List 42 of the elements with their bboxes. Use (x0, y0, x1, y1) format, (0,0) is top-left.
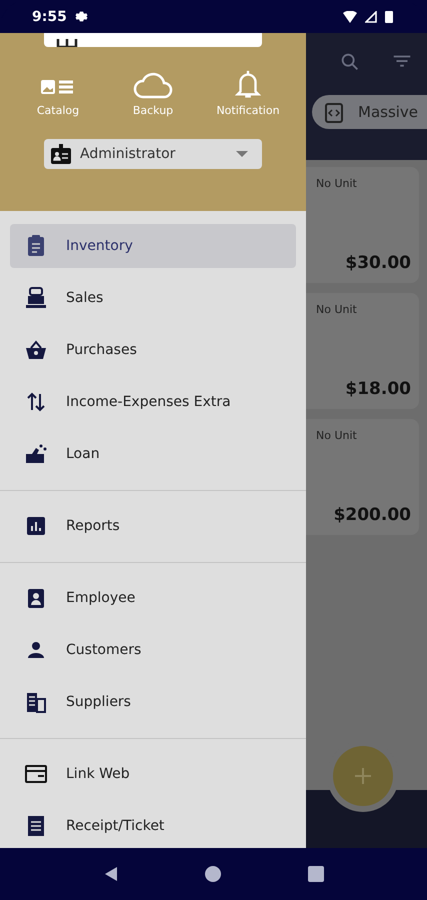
battery-icon (385, 10, 393, 23)
caret-icon (236, 151, 248, 157)
back-icon[interactable] (103, 866, 120, 882)
menu-item[interactable]: Customers (10, 628, 296, 672)
chart-icon (24, 514, 48, 538)
menu-item[interactable]: Suppliers (10, 680, 296, 724)
browser-icon (24, 762, 48, 786)
menu-item[interactable]: Loan (10, 432, 296, 476)
bell-icon (234, 69, 262, 99)
id-card-icon (50, 143, 72, 165)
menu-item[interactable]: Reports (10, 504, 296, 548)
cloud-icon (133, 71, 173, 99)
buildings-icon (24, 690, 48, 714)
signal-icon (365, 10, 377, 22)
recents-icon[interactable] (308, 866, 324, 882)
role-dropdown[interactable]: Administrator (44, 139, 262, 169)
menu-item[interactable]: Link Web (10, 752, 296, 796)
basket-icon (24, 338, 48, 362)
price: $18.00 (345, 379, 411, 399)
wifi-icon (343, 10, 357, 22)
cash-register-icon (24, 286, 48, 310)
unit-label: No Unit (316, 303, 357, 316)
code-clipboard-icon (324, 101, 344, 123)
category-chip[interactable]: Massive (312, 95, 427, 129)
unit-label: No Unit (316, 429, 357, 442)
price: $200.00 (334, 505, 411, 525)
add-button[interactable] (333, 746, 393, 806)
hand-coins-icon (24, 442, 48, 466)
status-time: 9:55 (32, 8, 67, 24)
plus-icon (353, 766, 373, 786)
menu-item[interactable]: Sales (10, 276, 296, 320)
menu-item[interactable]: Inventory (10, 224, 296, 268)
home-icon[interactable] (205, 866, 222, 882)
search-icon[interactable] (339, 51, 361, 73)
menu-item[interactable]: Purchases (10, 328, 296, 372)
menu-item[interactable]: Employee (10, 576, 296, 620)
menu-item[interactable]: Income-Expenses Extra (10, 380, 296, 424)
business-box[interactable] (44, 33, 262, 47)
price: $30.00 (345, 253, 411, 273)
settings-icon (74, 10, 88, 23)
menu-item[interactable]: Receipt/Ticket (10, 804, 296, 848)
unit-label: No Unit (316, 177, 357, 190)
